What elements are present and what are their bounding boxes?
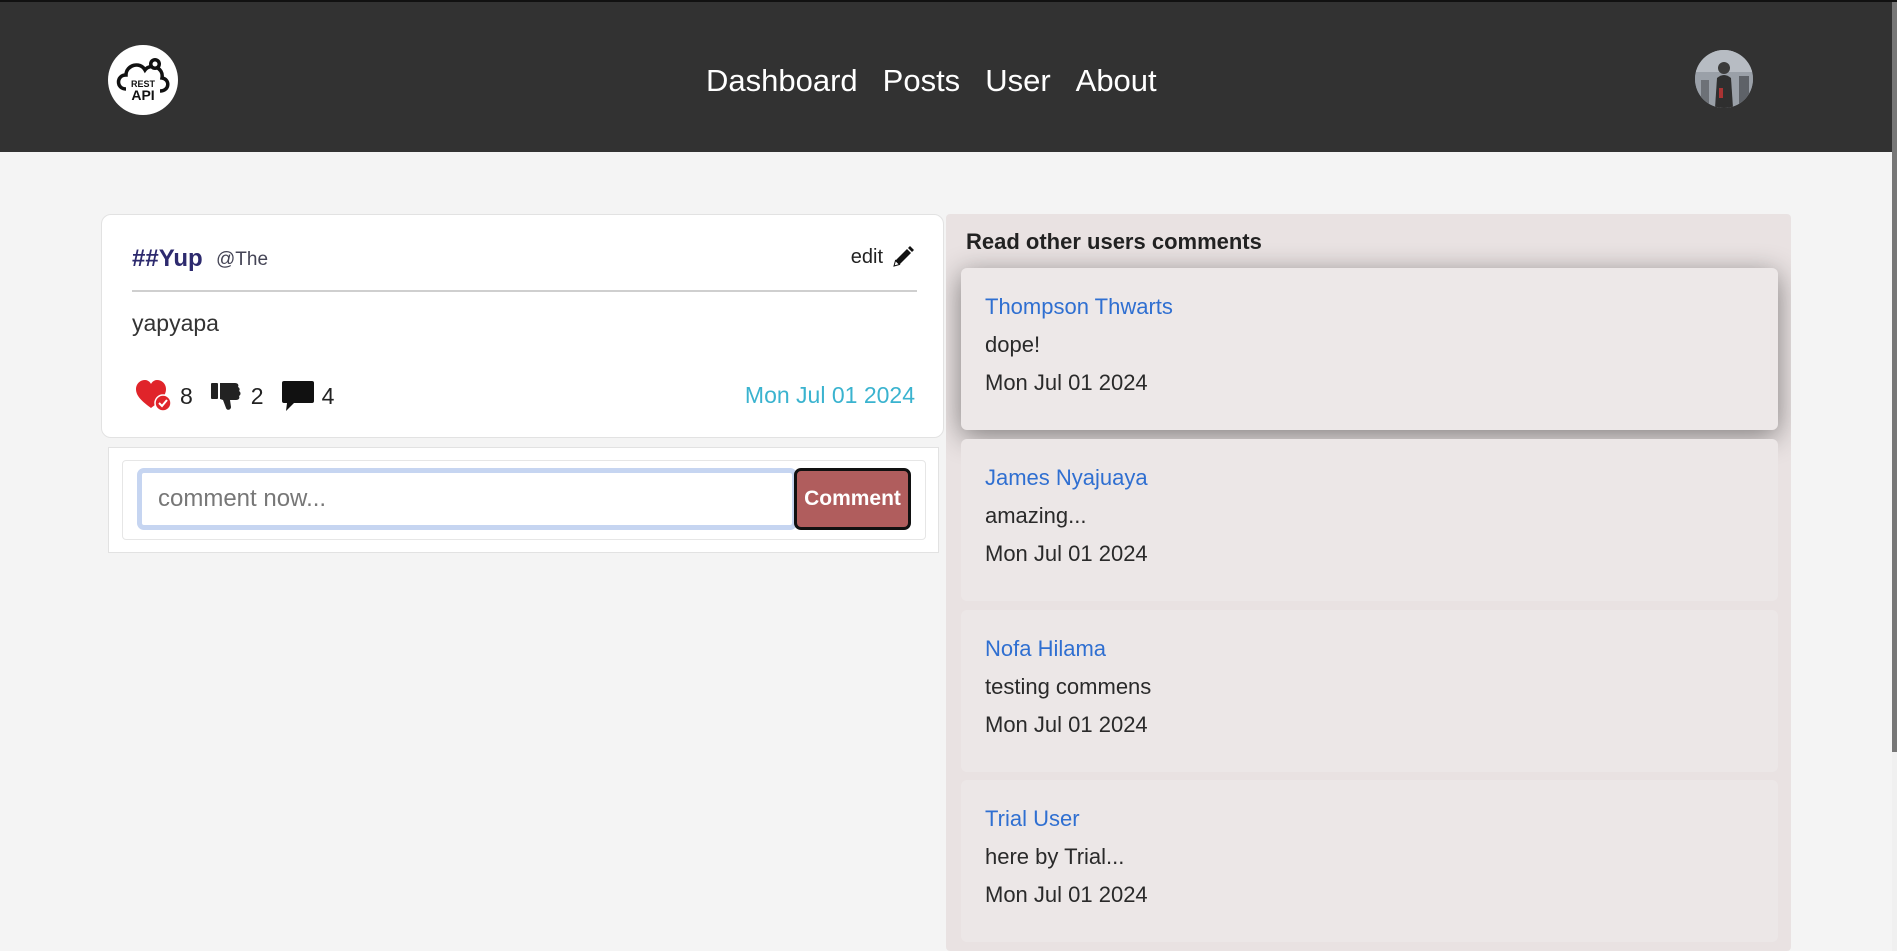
commenter-name[interactable]: James Nyajuaya [985, 465, 1148, 491]
comment-card[interactable]: James Nyajuaya amazing... Mon Jul 01 202… [961, 439, 1778, 601]
logo-icon: REST API [116, 58, 170, 103]
comments-panel: Read other users comments Thompson Thwar… [946, 214, 1791, 951]
edit-label: edit [850, 245, 883, 268]
post-author-handle[interactable]: @The [216, 249, 268, 271]
scrollbar-thumb[interactable] [1892, 2, 1897, 752]
page-scrollbar[interactable] [1892, 2, 1897, 951]
avatar-photo [1695, 50, 1753, 108]
user-avatar[interactable] [1695, 50, 1753, 108]
comment-date: Mon Jul 01 2024 [985, 712, 1148, 737]
comment-card[interactable]: Thompson Thwarts dope! Mon Jul 01 2024 [961, 268, 1778, 430]
comment-button[interactable]: Comment [794, 468, 911, 530]
logo-text-bottom: API [131, 87, 154, 103]
comment-text: amazing... [985, 503, 1087, 528]
thumbs-down-icon [210, 383, 241, 410]
rest-api-logo[interactable]: REST API [108, 45, 178, 115]
post-title: ##Yup [132, 245, 203, 272]
comments-panel-title: Read other users comments [966, 229, 1262, 254]
post-body: yapyapa [132, 310, 219, 336]
like-count: 8 [180, 382, 193, 409]
navbar: REST API Dashboard Posts User About [0, 2, 1892, 152]
post-card: ##Yup @The edit yapyapa 8 2 4 Mon Jul 01… [101, 214, 944, 438]
comment-count: 4 [321, 382, 335, 409]
nav-about[interactable]: About [1076, 56, 1157, 106]
nav-posts[interactable]: Posts [883, 56, 961, 106]
comment-date: Mon Jul 01 2024 [985, 882, 1148, 907]
post-divider [132, 290, 917, 292]
comment-text: dope! [985, 332, 1041, 357]
post-stats: 8 2 4 [136, 380, 352, 412]
edit-button[interactable]: edit [851, 245, 915, 269]
commenter-name[interactable]: Thompson Thwarts [985, 294, 1173, 320]
nav-dashboard[interactable]: Dashboard [706, 56, 858, 106]
dislike-count: 2 [250, 382, 264, 409]
comment-card[interactable]: Trial User here by Trial... Mon Jul 01 2… [961, 780, 1778, 942]
comment-date: Mon Jul 01 2024 [985, 541, 1148, 566]
comment-date: Mon Jul 01 2024 [985, 370, 1148, 395]
like-stat[interactable]: 8 [136, 380, 193, 412]
comment-icon [281, 381, 314, 411]
commenter-name[interactable]: Trial User [985, 806, 1080, 832]
post-date: Mon Jul 01 2024 [744, 382, 915, 408]
pencil-icon [893, 246, 914, 267]
comment-card[interactable]: Nofa Hilama testing commens Mon Jul 01 2… [961, 610, 1778, 772]
comment-stat[interactable]: 4 [281, 381, 335, 411]
commenter-name[interactable]: Nofa Hilama [985, 636, 1106, 662]
comment-form-inner: Comment [122, 460, 926, 540]
dislike-stat[interactable]: 2 [210, 381, 264, 411]
comment-text: here by Trial... [985, 844, 1125, 869]
heart-check-icon [136, 380, 172, 412]
main-nav: Dashboard Posts User About [706, 56, 1157, 106]
comment-input[interactable] [137, 468, 797, 530]
nav-user[interactable]: User [985, 56, 1050, 106]
comment-form: Comment [108, 447, 939, 553]
comment-text: testing commens [985, 674, 1152, 699]
